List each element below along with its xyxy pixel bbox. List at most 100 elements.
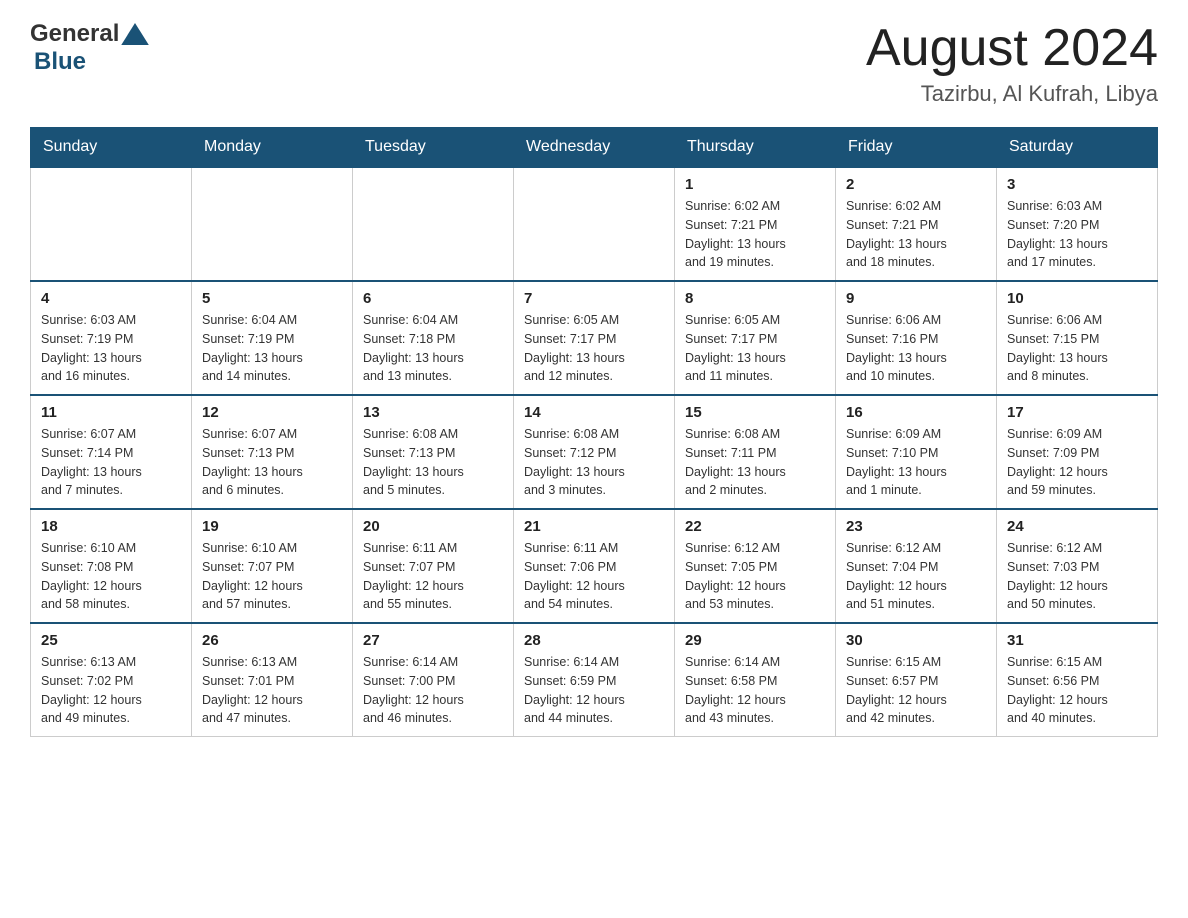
day-info-text: Sunset: 7:07 PM bbox=[202, 558, 342, 577]
weekday-header-monday: Monday bbox=[192, 128, 353, 168]
day-number: 8 bbox=[685, 290, 825, 307]
day-number: 7 bbox=[524, 290, 664, 307]
day-number: 11 bbox=[41, 404, 181, 421]
day-number: 24 bbox=[1007, 518, 1147, 535]
calendar-cell: 1Sunrise: 6:02 AMSunset: 7:21 PMDaylight… bbox=[675, 167, 836, 281]
day-info-text: Daylight: 13 hours bbox=[1007, 349, 1147, 368]
day-info-text: and 11 minutes. bbox=[685, 367, 825, 386]
calendar-week-row: 25Sunrise: 6:13 AMSunset: 7:02 PMDayligh… bbox=[31, 623, 1158, 737]
day-info-text: Sunrise: 6:14 AM bbox=[363, 653, 503, 672]
day-info-text: Sunset: 6:57 PM bbox=[846, 672, 986, 691]
day-info-text: Daylight: 12 hours bbox=[202, 577, 342, 596]
day-info-text: Sunset: 7:17 PM bbox=[524, 330, 664, 349]
day-info-text: Daylight: 13 hours bbox=[846, 463, 986, 482]
day-info-text: Sunrise: 6:15 AM bbox=[846, 653, 986, 672]
day-info-text: Daylight: 13 hours bbox=[685, 463, 825, 482]
day-info-text: Daylight: 12 hours bbox=[524, 577, 664, 596]
day-info-text: and 18 minutes. bbox=[846, 253, 986, 272]
logo-general-text: General bbox=[30, 20, 119, 48]
day-info-text: Daylight: 13 hours bbox=[202, 349, 342, 368]
day-info-text: and 19 minutes. bbox=[685, 253, 825, 272]
day-number: 29 bbox=[685, 632, 825, 649]
logo-icon bbox=[121, 23, 149, 45]
calendar-cell: 4Sunrise: 6:03 AMSunset: 7:19 PMDaylight… bbox=[31, 281, 192, 395]
day-info-text: Sunrise: 6:04 AM bbox=[202, 311, 342, 330]
weekday-header-tuesday: Tuesday bbox=[353, 128, 514, 168]
day-info-text: Sunset: 7:19 PM bbox=[41, 330, 181, 349]
day-info-text: Daylight: 13 hours bbox=[41, 349, 181, 368]
day-info-text: Sunrise: 6:08 AM bbox=[524, 425, 664, 444]
day-info-text: Sunrise: 6:13 AM bbox=[202, 653, 342, 672]
day-number: 3 bbox=[1007, 176, 1147, 193]
calendar-cell: 21Sunrise: 6:11 AMSunset: 7:06 PMDayligh… bbox=[514, 509, 675, 623]
day-info-text: Daylight: 12 hours bbox=[1007, 463, 1147, 482]
calendar-week-row: 1Sunrise: 6:02 AMSunset: 7:21 PMDaylight… bbox=[31, 167, 1158, 281]
day-info-text: Sunset: 7:03 PM bbox=[1007, 558, 1147, 577]
calendar-cell: 26Sunrise: 6:13 AMSunset: 7:01 PMDayligh… bbox=[192, 623, 353, 737]
day-info-text: Sunset: 7:21 PM bbox=[685, 216, 825, 235]
weekday-header-sunday: Sunday bbox=[31, 128, 192, 168]
day-number: 28 bbox=[524, 632, 664, 649]
day-info-text: and 16 minutes. bbox=[41, 367, 181, 386]
day-info-text: and 3 minutes. bbox=[524, 481, 664, 500]
day-number: 5 bbox=[202, 290, 342, 307]
day-info-text: Sunrise: 6:10 AM bbox=[202, 539, 342, 558]
calendar-cell: 8 Sunrise: 6:05 AMSunset: 7:17 PMDaylight… bbox=[675, 281, 836, 395]
day-info-text: and 17 minutes. bbox=[1007, 253, 1147, 272]
day-info-text: Sunset: 7:06 PM bbox=[524, 558, 664, 577]
day-info-text: and 51 minutes. bbox=[846, 595, 986, 614]
day-info-text: Sunrise: 6:10 AM bbox=[41, 539, 181, 558]
day-info-text: and 59 minutes. bbox=[1007, 481, 1147, 500]
day-number: 16 bbox=[846, 404, 986, 421]
calendar-cell: 14Sunrise: 6:08 AMSunset: 7:12 PMDayligh… bbox=[514, 395, 675, 509]
day-info-text: Daylight: 12 hours bbox=[1007, 691, 1147, 710]
day-info-text: and 54 minutes. bbox=[524, 595, 664, 614]
day-number: 22 bbox=[685, 518, 825, 535]
day-info-text: Sunset: 7:00 PM bbox=[363, 672, 503, 691]
day-info-text: Daylight: 13 hours bbox=[685, 235, 825, 254]
day-info-text: and 2 minutes. bbox=[685, 481, 825, 500]
day-info-text: Sunrise: 6:02 AM bbox=[846, 197, 986, 216]
day-info-text: Sunset: 7:07 PM bbox=[363, 558, 503, 577]
calendar-cell: 22Sunrise: 6:12 AMSunset: 7:05 PMDayligh… bbox=[675, 509, 836, 623]
day-number: 12 bbox=[202, 404, 342, 421]
day-number: 2 bbox=[846, 176, 986, 193]
day-info-text: and 55 minutes. bbox=[363, 595, 503, 614]
calendar-cell: 19Sunrise: 6:10 AMSunset: 7:07 PMDayligh… bbox=[192, 509, 353, 623]
day-info-text: Sunrise: 6:14 AM bbox=[685, 653, 825, 672]
day-info-text: Daylight: 13 hours bbox=[41, 463, 181, 482]
calendar-cell: 9Sunrise: 6:06 AMSunset: 7:16 PMDaylight… bbox=[836, 281, 997, 395]
day-info-text: and 6 minutes. bbox=[202, 481, 342, 500]
day-info-text: Sunrise: 6:08 AM bbox=[685, 425, 825, 444]
day-info-text: Sunset: 7:17 PM bbox=[685, 330, 825, 349]
calendar-cell: 12Sunrise: 6:07 AMSunset: 7:13 PMDayligh… bbox=[192, 395, 353, 509]
calendar-cell bbox=[192, 167, 353, 281]
calendar-cell: 20Sunrise: 6:11 AMSunset: 7:07 PMDayligh… bbox=[353, 509, 514, 623]
day-info-text: Daylight: 12 hours bbox=[41, 691, 181, 710]
day-info-text: and 44 minutes. bbox=[524, 709, 664, 728]
day-info-text: Daylight: 12 hours bbox=[363, 577, 503, 596]
day-info-text: Daylight: 12 hours bbox=[524, 691, 664, 710]
day-info-text: and 10 minutes. bbox=[846, 367, 986, 386]
calendar-cell bbox=[31, 167, 192, 281]
day-info-text: Daylight: 12 hours bbox=[846, 577, 986, 596]
day-info-text: Daylight: 13 hours bbox=[202, 463, 342, 482]
day-info-text: Sunset: 6:59 PM bbox=[524, 672, 664, 691]
calendar-cell: 29Sunrise: 6:14 AMSunset: 6:58 PMDayligh… bbox=[675, 623, 836, 737]
day-info-text: Sunrise: 6:06 AM bbox=[1007, 311, 1147, 330]
day-info-text: Sunset: 7:02 PM bbox=[41, 672, 181, 691]
day-number: 21 bbox=[524, 518, 664, 535]
day-info-text: Sunrise: 6:12 AM bbox=[846, 539, 986, 558]
day-info-text: Daylight: 12 hours bbox=[202, 691, 342, 710]
calendar-week-row: 18Sunrise: 6:10 AMSunset: 7:08 PMDayligh… bbox=[31, 509, 1158, 623]
weekday-header-row: SundayMondayTuesdayWednesdayThursdayFrid… bbox=[31, 128, 1158, 168]
logo: General Blue bbox=[30, 20, 149, 76]
day-info-text: Daylight: 13 hours bbox=[685, 349, 825, 368]
calendar-cell bbox=[514, 167, 675, 281]
day-info-text: Sunrise: 6:05 AM bbox=[685, 311, 825, 330]
calendar-cell: 17Sunrise: 6:09 AMSunset: 7:09 PMDayligh… bbox=[997, 395, 1158, 509]
day-info-text: Daylight: 13 hours bbox=[524, 463, 664, 482]
day-info-text: Daylight: 13 hours bbox=[363, 463, 503, 482]
day-info-text: Sunrise: 6:11 AM bbox=[363, 539, 503, 558]
day-info-text: Daylight: 12 hours bbox=[685, 577, 825, 596]
